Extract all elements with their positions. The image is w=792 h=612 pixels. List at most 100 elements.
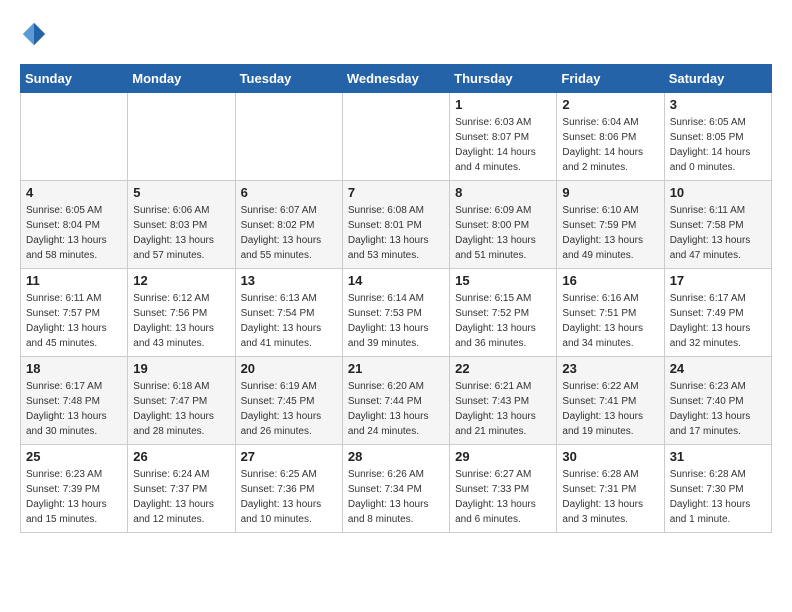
calendar-cell: 8 Sunrise: 6:09 AM Sunset: 8:00 PM Daylig… bbox=[450, 181, 557, 269]
day-number: 20 bbox=[241, 361, 337, 376]
day-info: Sunrise: 6:19 AM Sunset: 7:45 PM Dayligh… bbox=[241, 379, 337, 439]
day-info: Sunrise: 6:20 AM Sunset: 7:44 PM Dayligh… bbox=[348, 379, 444, 439]
day-info: Sunrise: 6:23 AM Sunset: 7:40 PM Dayligh… bbox=[670, 379, 766, 439]
day-number: 21 bbox=[348, 361, 444, 376]
calendar-cell: 17 Sunrise: 6:17 AM Sunset: 7:49 PM Dayli… bbox=[664, 269, 771, 357]
calendar-week-row: 11Sunrise: 6:11 AM Sunset: 7:57 PM Dayli… bbox=[21, 269, 772, 357]
page-header bbox=[20, 20, 772, 48]
calendar-cell: 19Sunrise: 6:18 AM Sunset: 7:47 PM Dayli… bbox=[128, 357, 235, 445]
day-number: 23 bbox=[562, 361, 658, 376]
day-info: Sunrise: 6:09 AM Sunset: 8:00 PM Dayligh… bbox=[455, 203, 551, 263]
day-number: 17 bbox=[670, 273, 766, 288]
day-info: Sunrise: 6:11 AM Sunset: 7:57 PM Dayligh… bbox=[26, 291, 122, 351]
calendar-cell: 5 Sunrise: 6:06 AM Sunset: 8:03 PM Daylig… bbox=[128, 181, 235, 269]
day-info: Sunrise: 6:17 AM Sunset: 7:49 PM Dayligh… bbox=[670, 291, 766, 351]
weekday-header-monday: Monday bbox=[128, 65, 235, 93]
calendar-cell bbox=[342, 93, 449, 181]
day-number: 16 bbox=[562, 273, 658, 288]
calendar-week-row: 18 Sunrise: 6:17 AM Sunset: 7:48 PM Dayli… bbox=[21, 357, 772, 445]
day-info: Sunrise: 6:21 AM Sunset: 7:43 PM Dayligh… bbox=[455, 379, 551, 439]
day-info: Sunrise: 6:03 AM Sunset: 8:07 PM Dayligh… bbox=[455, 115, 551, 175]
day-info: Sunrise: 6:12 AM Sunset: 7:56 PM Dayligh… bbox=[133, 291, 229, 351]
day-info: Sunrise: 6:26 AM Sunset: 7:34 PM Dayligh… bbox=[348, 467, 444, 527]
calendar-cell: 28 Sunrise: 6:26 AM Sunset: 7:34 PM Dayli… bbox=[342, 445, 449, 533]
day-info: Sunrise: 6:04 AM Sunset: 8:06 PM Dayligh… bbox=[562, 115, 658, 175]
calendar-cell: 16Sunrise: 6:16 AM Sunset: 7:51 PM Dayli… bbox=[557, 269, 664, 357]
calendar-cell: 15 Sunrise: 6:15 AM Sunset: 7:52 PM Dayli… bbox=[450, 269, 557, 357]
calendar-cell: 3 Sunrise: 6:05 AM Sunset: 8:05 PM Daylig… bbox=[664, 93, 771, 181]
calendar-cell: 26 Sunrise: 6:24 AM Sunset: 7:37 PM Dayli… bbox=[128, 445, 235, 533]
calendar-week-row: 1 Sunrise: 6:03 AM Sunset: 8:07 PM Daylig… bbox=[21, 93, 772, 181]
calendar-cell bbox=[235, 93, 342, 181]
weekday-header-tuesday: Tuesday bbox=[235, 65, 342, 93]
calendar-cell bbox=[21, 93, 128, 181]
day-number: 29 bbox=[455, 449, 551, 464]
weekday-header-wednesday: Wednesday bbox=[342, 65, 449, 93]
calendar-cell: 12Sunrise: 6:12 AM Sunset: 7:56 PM Dayli… bbox=[128, 269, 235, 357]
calendar-cell: 11Sunrise: 6:11 AM Sunset: 7:57 PM Dayli… bbox=[21, 269, 128, 357]
calendar-cell: 13Sunrise: 6:13 AM Sunset: 7:54 PM Dayli… bbox=[235, 269, 342, 357]
day-info: Sunrise: 6:18 AM Sunset: 7:47 PM Dayligh… bbox=[133, 379, 229, 439]
day-number: 10 bbox=[670, 185, 766, 200]
weekday-header-sunday: Sunday bbox=[21, 65, 128, 93]
day-number: 30 bbox=[562, 449, 658, 464]
day-number: 8 bbox=[455, 185, 551, 200]
day-info: Sunrise: 6:05 AM Sunset: 8:04 PM Dayligh… bbox=[26, 203, 122, 263]
day-number: 4 bbox=[26, 185, 122, 200]
day-info: Sunrise: 6:08 AM Sunset: 8:01 PM Dayligh… bbox=[348, 203, 444, 263]
day-info: Sunrise: 6:24 AM Sunset: 7:37 PM Dayligh… bbox=[133, 467, 229, 527]
day-info: Sunrise: 6:27 AM Sunset: 7:33 PM Dayligh… bbox=[455, 467, 551, 527]
day-number: 22 bbox=[455, 361, 551, 376]
day-info: Sunrise: 6:05 AM Sunset: 8:05 PM Dayligh… bbox=[670, 115, 766, 175]
day-number: 1 bbox=[455, 97, 551, 112]
calendar-cell bbox=[128, 93, 235, 181]
day-number: 15 bbox=[455, 273, 551, 288]
calendar-cell: 23 Sunrise: 6:22 AM Sunset: 7:41 PM Dayli… bbox=[557, 357, 664, 445]
day-number: 5 bbox=[133, 185, 229, 200]
day-number: 26 bbox=[133, 449, 229, 464]
calendar-cell: 10 Sunrise: 6:11 AM Sunset: 7:58 PM Dayli… bbox=[664, 181, 771, 269]
day-info: Sunrise: 6:11 AM Sunset: 7:58 PM Dayligh… bbox=[670, 203, 766, 263]
day-number: 2 bbox=[562, 97, 658, 112]
calendar-cell: 4 Sunrise: 6:05 AM Sunset: 8:04 PM Daylig… bbox=[21, 181, 128, 269]
calendar-cell: 6 Sunrise: 6:07 AM Sunset: 8:02 PM Daylig… bbox=[235, 181, 342, 269]
calendar-cell: 31Sunrise: 6:28 AM Sunset: 7:30 PM Dayli… bbox=[664, 445, 771, 533]
calendar-cell: 20 Sunrise: 6:19 AM Sunset: 7:45 PM Dayli… bbox=[235, 357, 342, 445]
day-number: 14 bbox=[348, 273, 444, 288]
day-info: Sunrise: 6:10 AM Sunset: 7:59 PM Dayligh… bbox=[562, 203, 658, 263]
weekday-header-friday: Friday bbox=[557, 65, 664, 93]
day-number: 27 bbox=[241, 449, 337, 464]
day-number: 28 bbox=[348, 449, 444, 464]
calendar-week-row: 25Sunrise: 6:23 AM Sunset: 7:39 PM Dayli… bbox=[21, 445, 772, 533]
calendar-cell: 9Sunrise: 6:10 AM Sunset: 7:59 PM Daylig… bbox=[557, 181, 664, 269]
calendar-week-row: 4 Sunrise: 6:05 AM Sunset: 8:04 PM Daylig… bbox=[21, 181, 772, 269]
day-info: Sunrise: 6:06 AM Sunset: 8:03 PM Dayligh… bbox=[133, 203, 229, 263]
day-info: Sunrise: 6:25 AM Sunset: 7:36 PM Dayligh… bbox=[241, 467, 337, 527]
day-number: 6 bbox=[241, 185, 337, 200]
calendar-cell: 30 Sunrise: 6:28 AM Sunset: 7:31 PM Dayli… bbox=[557, 445, 664, 533]
day-number: 24 bbox=[670, 361, 766, 376]
calendar-cell: 27 Sunrise: 6:25 AM Sunset: 7:36 PM Dayli… bbox=[235, 445, 342, 533]
day-number: 25 bbox=[26, 449, 122, 464]
day-number: 3 bbox=[670, 97, 766, 112]
day-info: Sunrise: 6:07 AM Sunset: 8:02 PM Dayligh… bbox=[241, 203, 337, 263]
day-info: Sunrise: 6:15 AM Sunset: 7:52 PM Dayligh… bbox=[455, 291, 551, 351]
day-info: Sunrise: 6:13 AM Sunset: 7:54 PM Dayligh… bbox=[241, 291, 337, 351]
logo bbox=[20, 20, 52, 48]
calendar-cell: 25Sunrise: 6:23 AM Sunset: 7:39 PM Dayli… bbox=[21, 445, 128, 533]
calendar-cell: 7 Sunrise: 6:08 AM Sunset: 8:01 PM Daylig… bbox=[342, 181, 449, 269]
day-number: 18 bbox=[26, 361, 122, 376]
day-info: Sunrise: 6:17 AM Sunset: 7:48 PM Dayligh… bbox=[26, 379, 122, 439]
day-info: Sunrise: 6:14 AM Sunset: 7:53 PM Dayligh… bbox=[348, 291, 444, 351]
day-info: Sunrise: 6:28 AM Sunset: 7:31 PM Dayligh… bbox=[562, 467, 658, 527]
calendar-cell: 14 Sunrise: 6:14 AM Sunset: 7:53 PM Dayli… bbox=[342, 269, 449, 357]
calendar-table: SundayMondayTuesdayWednesdayThursdayFrid… bbox=[20, 64, 772, 533]
weekday-header-saturday: Saturday bbox=[664, 65, 771, 93]
weekday-header-thursday: Thursday bbox=[450, 65, 557, 93]
calendar-cell: 29 Sunrise: 6:27 AM Sunset: 7:33 PM Dayli… bbox=[450, 445, 557, 533]
weekday-header-row: SundayMondayTuesdayWednesdayThursdayFrid… bbox=[21, 65, 772, 93]
calendar-cell: 22 Sunrise: 6:21 AM Sunset: 7:43 PM Dayli… bbox=[450, 357, 557, 445]
day-info: Sunrise: 6:22 AM Sunset: 7:41 PM Dayligh… bbox=[562, 379, 658, 439]
day-number: 31 bbox=[670, 449, 766, 464]
day-number: 7 bbox=[348, 185, 444, 200]
